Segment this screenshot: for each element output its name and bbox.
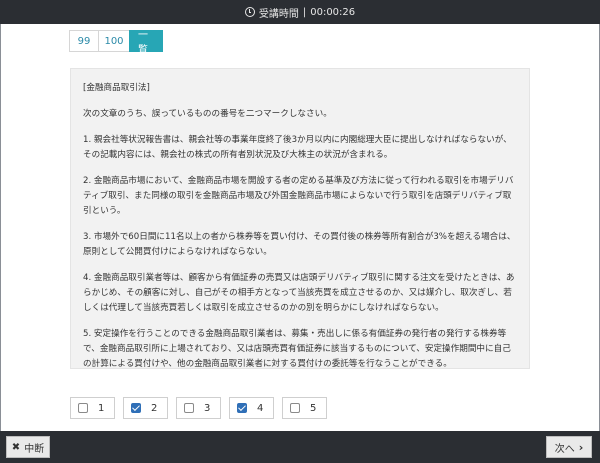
suspend-button[interactable]: ✖ 中断 [6, 436, 50, 458]
tab-question-99[interactable]: 99 [69, 30, 99, 52]
chevron-right-icon: › [578, 440, 584, 454]
answer-label-1: 1 [98, 402, 105, 414]
question-statement-4: 4. 金融商品取引業者等は、顧客から有価証券の売買又は店頭デリバティブ取引に関す… [83, 273, 515, 313]
question-statement-5: 5. 安定操作を行うことのできる金融商品取引業者は、募集・売出しに係る有価証券の… [83, 329, 511, 369]
footer-bar: ✖ 中断 次へ › [0, 431, 600, 463]
answer-option-2[interactable]: 2 [123, 397, 168, 419]
question-panel: [金融商品取引法] 次の文章のうち、誤っているものの番号を二つマークしなさい。 … [70, 68, 530, 369]
answer-checkbox-3[interactable] [184, 403, 194, 413]
answer-option-3[interactable]: 3 [176, 397, 221, 419]
question-nav-tabs: 99 100 一覧 [69, 30, 163, 56]
question-statement-1: 1. 親会社等状況報告書は、親会社等の事業年度終了後3か月以内に内閣総理大臣に提… [83, 135, 512, 160]
answer-label-3: 3 [204, 402, 211, 414]
timer-label: 受講時間 [258, 8, 299, 20]
answer-option-1[interactable]: 1 [70, 397, 115, 419]
question-instruction: 次の文章のうち、誤っているものの番号を二つマークしなさい。 [83, 109, 332, 119]
answer-option-4[interactable]: 4 [229, 397, 274, 419]
answer-label-4: 4 [257, 402, 264, 414]
answer-option-5[interactable]: 5 [282, 397, 327, 419]
close-icon: ✖ [11, 441, 21, 453]
answer-checkbox-2[interactable] [131, 403, 141, 413]
question-statement-2: 2. 金融商品市場において、金融商品市場を開設する者の定める基準及び方法に従って… [83, 176, 514, 216]
elapsed-time: 00:00:26 [310, 6, 356, 18]
question-category: [金融商品取引法] [83, 83, 150, 93]
clock-icon [244, 7, 255, 17]
answer-label-2: 2 [151, 402, 158, 414]
tab-question-100[interactable]: 100 [98, 30, 130, 52]
timer-bar: 受講時間 | 00:00:26 [0, 0, 600, 24]
next-label: 次へ [554, 443, 575, 455]
answer-checkbox-5[interactable] [290, 403, 300, 413]
answer-checkbox-4[interactable] [237, 403, 247, 413]
next-button[interactable]: 次へ › [546, 436, 592, 458]
answer-choices: 1 2 3 4 5 [70, 397, 327, 419]
tab-list[interactable]: 一覧 [129, 30, 163, 56]
timer-separator: | [302, 6, 307, 18]
answer-label-5: 5 [310, 402, 317, 414]
answer-checkbox-1[interactable] [78, 403, 88, 413]
suspend-label: 中断 [24, 443, 45, 455]
question-statement-3: 3. 市場外で60日間に11名以上の者から株券等を買い付け、その買付後の株券等所… [83, 232, 516, 257]
